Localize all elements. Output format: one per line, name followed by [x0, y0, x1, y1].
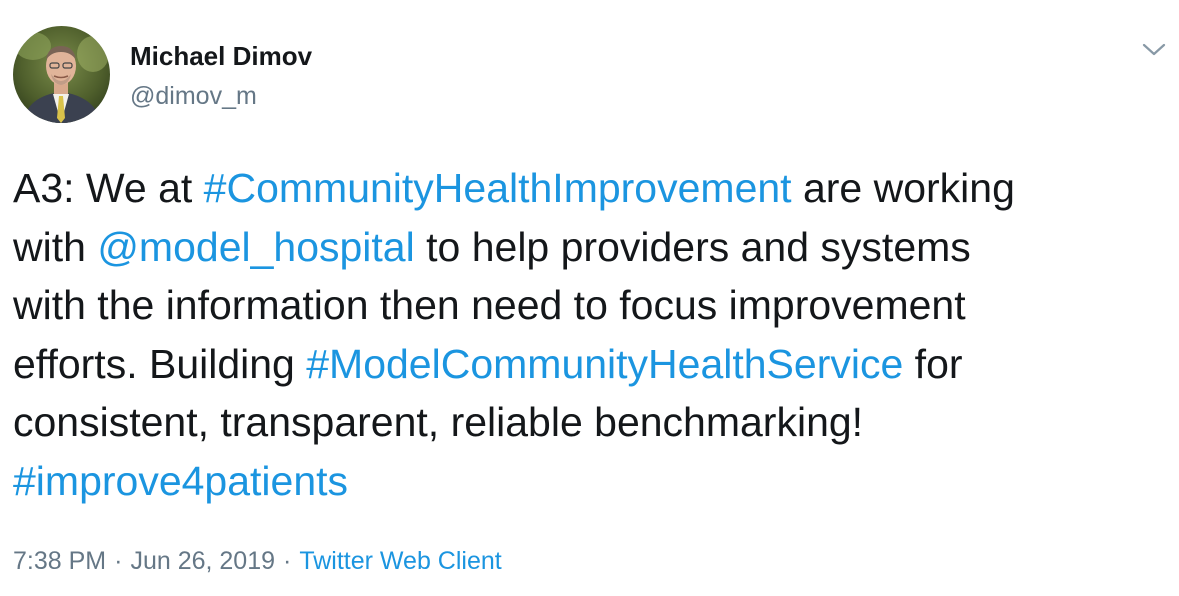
- display-name[interactable]: Michael Dimov: [130, 41, 312, 72]
- tweet-text-line: A3: We at #CommunityHealthImprovement ar…: [13, 159, 1163, 218]
- tweet-text-line: #improve4patients: [13, 452, 1163, 511]
- tweet-date[interactable]: Jun 26, 2019: [130, 547, 275, 575]
- avatar-photo-icon: [13, 26, 110, 123]
- tweet-text-segment: A3: We at: [13, 165, 204, 211]
- tweet-text-segment: consistent, transparent, reliable benchm…: [13, 399, 864, 445]
- tweet-card: Michael Dimov @dimov_m A3: We at #Commun…: [0, 0, 1179, 596]
- tweet-text-segment: efforts. Building: [13, 340, 307, 387]
- tweet-text-segment: with: [13, 223, 98, 270]
- tweet-text-line: with the information then need to focus …: [13, 276, 1163, 335]
- meta-separator: ·: [283, 547, 292, 575]
- chevron-down-icon[interactable]: [1141, 38, 1167, 60]
- tweet-text-segment: to help providers and systems: [414, 223, 971, 270]
- tweet-text-segment: are working: [791, 165, 1015, 211]
- hashtag-link[interactable]: #CommunityHealthImprovement: [204, 165, 792, 211]
- tweet-text-line: with @model_hospital to help providers a…: [13, 218, 1163, 277]
- meta-separator: ·: [114, 547, 123, 575]
- tweet-text-line: efforts. Building #ModelCommunityHealthS…: [13, 335, 1163, 394]
- tweet-source-link[interactable]: Twitter Web Client: [299, 547, 501, 575]
- tweet-text-segment: for: [903, 340, 963, 387]
- tweet-text-segment: with the information then need to focus …: [13, 282, 966, 328]
- tweet-metadata: 7:38 PM · Jun 26, 2019 · Twitter Web Client: [13, 547, 502, 576]
- tweet-text-line: consistent, transparent, reliable benchm…: [13, 393, 1163, 452]
- mention-link[interactable]: @model_hospital: [97, 224, 414, 270]
- user-handle[interactable]: @dimov_m: [130, 82, 257, 111]
- tweet-time[interactable]: 7:38 PM: [13, 547, 106, 575]
- hashtag-link[interactable]: #ModelCommunityHealthService: [306, 341, 903, 387]
- tweet-text: A3: We at #CommunityHealthImprovement ar…: [13, 159, 1163, 510]
- hashtag-link[interactable]: #improve4patients: [13, 458, 348, 504]
- user-avatar[interactable]: [13, 26, 110, 123]
